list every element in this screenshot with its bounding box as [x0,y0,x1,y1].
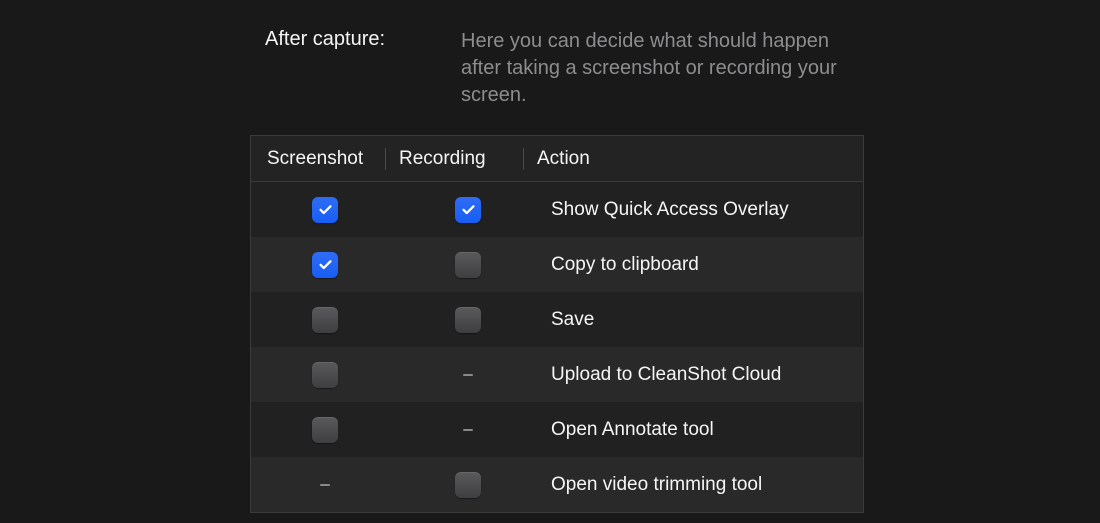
recording-checkbox[interactable] [455,197,481,223]
table-row: Open Annotate tool [251,402,863,457]
recording-not-applicable-icon [463,374,473,376]
column-header-recording: Recording [399,148,537,170]
column-header-screenshot: Screenshot [251,148,399,170]
cell-recording [399,197,537,223]
table-header-row: Screenshot Recording Action [251,136,863,182]
table-row: Copy to clipboard [251,237,863,292]
screenshot-checkbox[interactable] [312,417,338,443]
cell-screenshot [251,362,399,388]
table-row: Save [251,292,863,347]
section-heading: After capture: [265,28,461,109]
checkmark-icon [460,201,477,218]
cell-action-label: Copy to clipboard [537,254,863,276]
screenshot-not-applicable-icon [320,484,330,486]
table-row: Upload to CleanShot Cloud [251,347,863,402]
recording-checkbox[interactable] [455,252,481,278]
cell-action-label: Open video trimming tool [537,474,863,496]
cell-screenshot [251,484,399,486]
screenshot-checkbox[interactable] [312,252,338,278]
cell-action-label: Upload to CleanShot Cloud [537,364,863,386]
cell-recording [399,252,537,278]
screenshot-checkbox[interactable] [312,197,338,223]
column-header-action: Action [537,148,863,170]
cell-screenshot [251,252,399,278]
recording-checkbox[interactable] [455,472,481,498]
screenshot-checkbox[interactable] [312,307,338,333]
recording-checkbox[interactable] [455,307,481,333]
cell-recording [399,374,537,376]
cell-recording [399,472,537,498]
section-description: Here you can decide what should happen a… [461,28,851,109]
checkmark-icon [317,201,334,218]
recording-not-applicable-icon [463,429,473,431]
cell-action-label: Open Annotate tool [537,419,863,441]
cell-screenshot [251,417,399,443]
cell-screenshot [251,307,399,333]
cell-recording [399,307,537,333]
screenshot-checkbox[interactable] [312,362,338,388]
checkmark-icon [317,256,334,273]
actions-table: Screenshot Recording Action Show Quick A… [250,135,864,513]
table-row: Open video trimming tool [251,457,863,512]
cell-recording [399,429,537,431]
cell-action-label: Show Quick Access Overlay [537,199,863,221]
cell-action-label: Save [537,309,863,331]
table-row: Show Quick Access Overlay [251,182,863,237]
cell-screenshot [251,197,399,223]
